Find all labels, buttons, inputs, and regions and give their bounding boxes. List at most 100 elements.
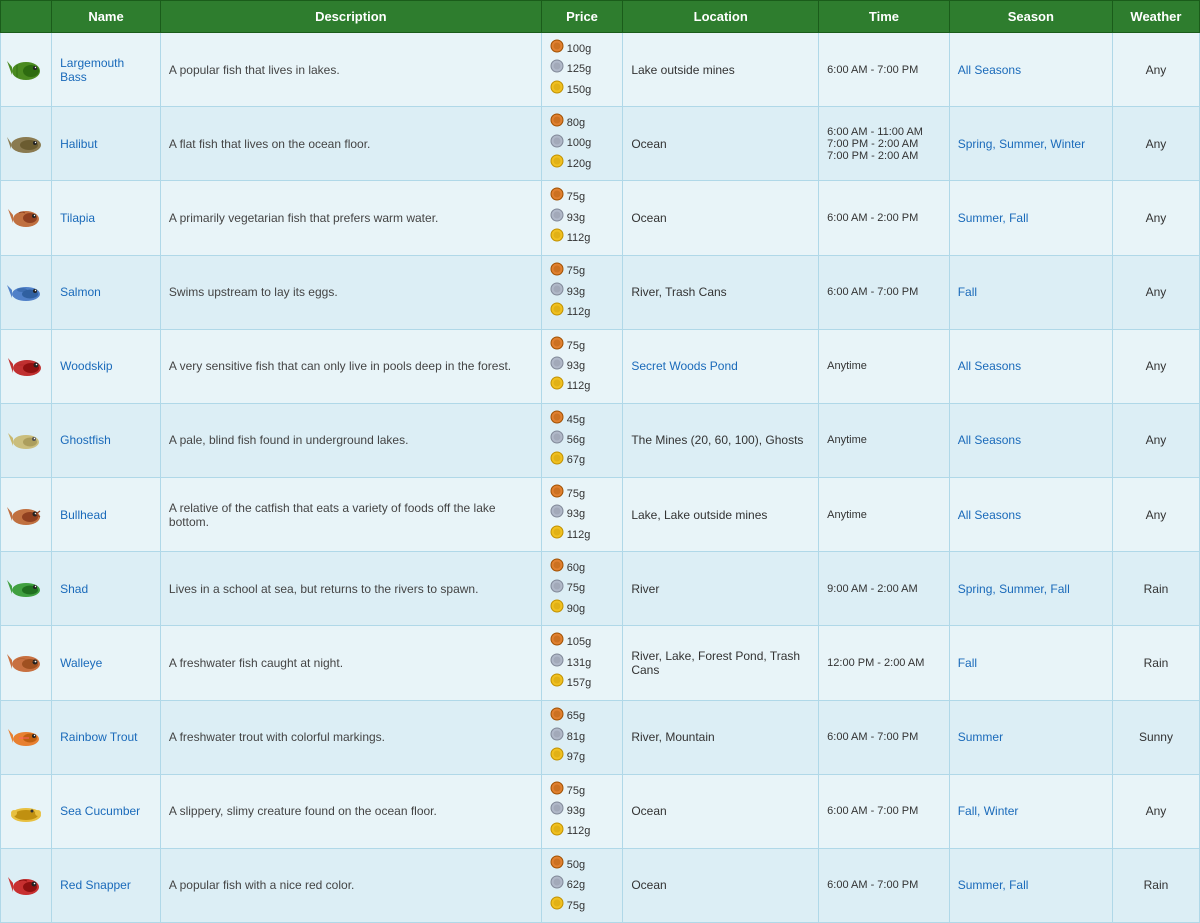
fish-season-cell: All Seasons <box>949 403 1112 477</box>
fish-season-link[interactable]: Summer, Fall <box>958 878 1029 892</box>
price-value: 93g <box>567 283 585 302</box>
fish-icon <box>7 669 45 683</box>
fish-icon-cell <box>1 403 52 477</box>
price-value: 80g <box>567 114 585 133</box>
price-coin-icon <box>550 673 564 693</box>
fish-description: A very sensitive fish that can only live… <box>169 359 511 373</box>
fish-time: 6:00 AM - 11:00 AM 7:00 PM - 2:00 AM <box>827 126 923 150</box>
fish-season-link[interactable]: All Seasons <box>958 359 1021 373</box>
fish-location-cell: River, Mountain <box>623 700 819 774</box>
fish-location-cell: Ocean <box>623 107 819 181</box>
header-time: Time <box>819 1 950 33</box>
fish-weather-cell: Any <box>1112 107 1199 181</box>
fish-icon <box>7 521 45 535</box>
price-coin-icon <box>550 208 564 228</box>
price-coin-icon <box>550 875 564 895</box>
fish-season-link[interactable]: All Seasons <box>958 433 1021 447</box>
fish-season-link[interactable]: Summer <box>958 730 1003 744</box>
price-coin-icon <box>550 504 564 524</box>
price-row: 112g <box>550 822 615 842</box>
price-row: 75g <box>550 579 615 599</box>
price-value: 125g <box>567 60 591 79</box>
fish-location: River, Trash Cans <box>631 285 726 299</box>
fish-time: Anytime <box>827 360 867 372</box>
fish-name-cell: Bullhead <box>52 478 161 552</box>
price-coin-icon <box>550 228 564 248</box>
price-row: 93g <box>550 504 615 524</box>
price-row: 100g <box>550 39 615 59</box>
fish-season-link[interactable]: Spring, Summer, Winter <box>958 137 1085 151</box>
price-row: 62g <box>550 875 615 895</box>
table-row: HalibutA flat fish that lives on the oce… <box>1 107 1200 181</box>
table-row: SalmonSwims upstream to lay its eggs. 75… <box>1 255 1200 329</box>
fish-time-cell: 6:00 AM - 7:00 PM <box>819 848 950 922</box>
fish-weather: Any <box>1146 285 1167 299</box>
price-coin-icon <box>550 282 564 302</box>
fish-weather-cell: Rain <box>1112 848 1199 922</box>
fish-icon <box>7 744 45 758</box>
fish-time2: 7:00 PM - 2:00 AM <box>827 150 918 162</box>
fish-icon <box>7 76 45 90</box>
fish-icon <box>7 447 45 461</box>
fish-time-cell: 6:00 AM - 7:00 PM <box>819 255 950 329</box>
price-row: 97g <box>550 747 615 767</box>
fish-season-cell: All Seasons <box>949 33 1112 107</box>
fish-time-cell: 6:00 AM - 7:00 PM <box>819 700 950 774</box>
fish-location-cell: River <box>623 552 819 626</box>
fish-weather-cell: Any <box>1112 403 1199 477</box>
fish-price-cell: 50g 62g 75g <box>541 848 623 922</box>
header-name-text: Name <box>52 1 161 33</box>
price-value: 100g <box>567 134 591 153</box>
fish-name-cell: Walleye <box>52 626 161 700</box>
fish-name: Tilapia <box>60 211 95 225</box>
fish-season-link[interactable]: Summer, Fall <box>958 211 1029 225</box>
fish-description: Swims upstream to lay its eggs. <box>169 285 338 299</box>
price-coin-icon <box>550 632 564 652</box>
fish-season-cell: Fall, Winter <box>949 774 1112 848</box>
price-row: 75g <box>550 262 615 282</box>
price-value: 75g <box>567 782 585 801</box>
fish-season-link[interactable]: Fall, Winter <box>958 804 1019 818</box>
fish-time-cell: 12:00 PM - 2:00 AM <box>819 626 950 700</box>
price-value: 75g <box>567 337 585 356</box>
fish-description: A primarily vegetarian fish that prefers… <box>169 211 438 225</box>
fish-description-cell: A freshwater fish caught at night. <box>160 626 541 700</box>
fish-location: River, Lake, Forest Pond, Trash Cans <box>631 649 800 677</box>
price-value: 50g <box>567 856 585 875</box>
fish-name: Bullhead <box>60 508 107 522</box>
fish-name-cell: Woodskip <box>52 329 161 403</box>
price-row: 93g <box>550 801 615 821</box>
fish-season-link[interactable]: Fall <box>958 656 977 670</box>
price-value: 93g <box>567 209 585 228</box>
fish-name-cell: Sea Cucumber <box>52 774 161 848</box>
fish-time: 6:00 AM - 7:00 PM <box>827 879 918 891</box>
fish-price-cell: 100g 125g 150g <box>541 33 623 107</box>
fish-icon <box>7 595 45 609</box>
fish-icon-cell <box>1 552 52 626</box>
table-row: WalleyeA freshwater fish caught at night… <box>1 626 1200 700</box>
fish-season-link[interactable]: Fall <box>958 285 977 299</box>
fish-location: Lake, Lake outside mines <box>631 508 767 522</box>
price-coin-icon <box>550 154 564 174</box>
fish-location: Ocean <box>631 804 666 818</box>
fish-weather: Any <box>1146 433 1167 447</box>
price-row: 93g <box>550 208 615 228</box>
price-value: 93g <box>567 357 585 376</box>
fish-table: Name Description Price Location Time Sea… <box>0 0 1200 923</box>
price-row: 45g <box>550 410 615 430</box>
price-row: 120g <box>550 154 615 174</box>
table-row: Tilapia A primarily vegetarian fish that … <box>1 181 1200 255</box>
fish-weather: Rain <box>1144 878 1169 892</box>
fish-time: Anytime <box>827 509 867 521</box>
fish-season-link[interactable]: All Seasons <box>958 508 1021 522</box>
fish-name: Largemouth Bass <box>60 56 124 84</box>
fish-weather-cell: Sunny <box>1112 700 1199 774</box>
fish-description-cell: A slippery, slimy creature found on the … <box>160 774 541 848</box>
price-row: 112g <box>550 525 615 545</box>
price-row: 105g <box>550 632 615 652</box>
fish-season-link[interactable]: Spring, Summer, Fall <box>958 582 1070 596</box>
fish-location-link[interactable]: Secret Woods Pond <box>631 359 738 373</box>
fish-season-link[interactable]: All Seasons <box>958 63 1021 77</box>
fish-description: A pale, blind fish found in underground … <box>169 433 409 447</box>
price-coin-icon <box>550 113 564 133</box>
